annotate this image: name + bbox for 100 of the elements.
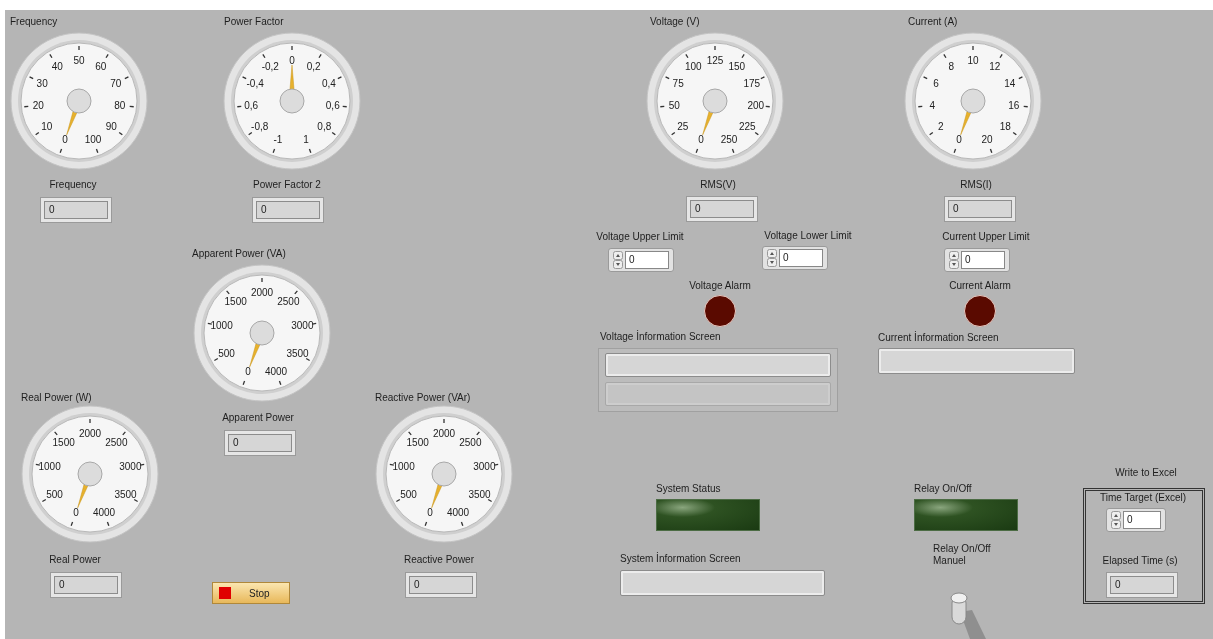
- scale-label: -0,2: [261, 60, 279, 72]
- scale-label: 3500: [114, 489, 137, 500]
- alarm-label: Current Alarm: [949, 280, 1011, 292]
- spinner-icon[interactable]: [613, 251, 623, 269]
- scale-label: 0: [62, 134, 68, 146]
- scale-label: 0: [427, 507, 433, 519]
- scale-label: 0: [956, 134, 962, 146]
- numeric-field[interactable]: 0: [961, 251, 1005, 269]
- scale-label: 16: [1008, 99, 1020, 111]
- needle-hub: [960, 88, 986, 114]
- indicator-label: RMS(I): [960, 179, 992, 191]
- scale-label: 6: [933, 77, 939, 89]
- stop-icon: [219, 587, 231, 599]
- spinner-icon[interactable]: [767, 249, 777, 267]
- scale-label: 60: [95, 60, 107, 72]
- needle-hub: [431, 461, 457, 487]
- scale-label: 3500: [286, 348, 309, 359]
- numeric-field[interactable]: 0: [625, 251, 669, 269]
- scale-label: 18: [999, 120, 1011, 132]
- scale-label: 10: [967, 54, 979, 66]
- scale-label: 250: [720, 134, 738, 146]
- scale-label: 4: [929, 99, 935, 111]
- indicator-label: Apparent Power: [222, 412, 294, 424]
- indicator-label: Reactive Power: [404, 554, 474, 566]
- indicator-label: Frequency: [49, 179, 97, 191]
- scale-label: 80: [114, 99, 126, 111]
- scale-label: 1: [303, 134, 309, 146]
- indicator-label: Power Factor 2: [253, 179, 321, 191]
- scale-label: 20: [32, 99, 44, 111]
- scale-label: 0: [73, 507, 79, 519]
- indicator-label: Real Power: [49, 554, 101, 566]
- scale-label: 4000: [264, 366, 288, 378]
- scale-label: 0,2: [306, 60, 321, 72]
- scale-label: 100: [684, 60, 702, 72]
- control-label: Voltage Upper Limit: [596, 231, 684, 243]
- scale-label: -1: [273, 134, 283, 146]
- scale-label: 2500: [459, 437, 482, 449]
- scale-label: 90: [105, 120, 117, 132]
- scale-label: 50: [668, 99, 680, 111]
- gauge-title: Voltage (V): [650, 16, 700, 28]
- scale-label: 2500: [277, 296, 300, 308]
- scale-label: 0: [698, 134, 704, 146]
- gauge-title: Real Power (W): [21, 392, 92, 404]
- indicator-label: Elapsed Time (s): [1102, 555, 1178, 567]
- scale-label: 0: [289, 54, 295, 66]
- scale-label: 500: [400, 489, 417, 500]
- status-label: Relay On/Off: [914, 483, 972, 495]
- needle-hub: [702, 88, 728, 114]
- scale-label: 0,6: [325, 99, 340, 111]
- scale-label: 20: [981, 134, 993, 146]
- scale-label: 3500: [468, 489, 491, 500]
- scale-label: 0,6: [244, 99, 259, 111]
- screen-label: Current İnformation Screen: [878, 332, 999, 344]
- scale-label: 1000: [392, 461, 415, 473]
- spinner-icon[interactable]: [1111, 511, 1121, 529]
- control-label: Voltage Lower Limit: [764, 230, 852, 242]
- scale-label: 125: [706, 54, 724, 66]
- needle-hub: [279, 88, 305, 114]
- scale-label: 2000: [432, 427, 456, 439]
- switch-label: Relay On/Off Manuel: [933, 543, 992, 567]
- scale-label: 2500: [105, 437, 128, 449]
- screen-label: Voltage İnformation Screen: [600, 331, 721, 343]
- scale-label: 0,8: [317, 120, 332, 132]
- scale-label: 30: [36, 77, 48, 89]
- needle-hub: [66, 88, 92, 114]
- scale-label: 500: [218, 348, 235, 359]
- scale-label: 225: [738, 120, 756, 132]
- scale-label: 8: [948, 60, 955, 72]
- scale-label: 40: [51, 60, 63, 72]
- scale-label: 2: [937, 120, 944, 132]
- scale-label: 12: [989, 60, 1001, 72]
- scale-label: 3000: [119, 461, 142, 473]
- gauge-title: Reactive Power (VAr): [375, 392, 471, 404]
- scale-label: 500: [46, 489, 63, 500]
- scale-label: 75: [672, 77, 684, 89]
- gauge-title: Apparent Power (VA): [192, 248, 286, 260]
- control-label: Current Upper Limit: [942, 231, 1030, 243]
- stop-button[interactable]: Stop: [212, 582, 290, 604]
- scale-label: 10: [41, 120, 53, 132]
- numeric-field[interactable]: 0: [779, 249, 823, 267]
- group-title: Write to Excel: [1115, 467, 1177, 479]
- scale-label: -0,4: [246, 77, 264, 89]
- scale-label: 3000: [473, 461, 496, 473]
- scale-label: 3000: [291, 320, 314, 332]
- scale-label: -0,8: [251, 120, 269, 132]
- scale-label: 200: [747, 99, 765, 111]
- scale-label: 50: [73, 54, 85, 66]
- scale-label: 1500: [224, 296, 247, 308]
- screen-label: System İnformation Screen: [620, 553, 741, 565]
- scale-label: 2000: [250, 286, 274, 298]
- scale-label: 1000: [210, 320, 233, 332]
- scale-label: 0,4: [321, 77, 336, 89]
- numeric-field[interactable]: 0: [1123, 511, 1161, 529]
- needle-hub: [77, 461, 103, 487]
- indicator-label: RMS(V): [700, 179, 736, 191]
- gauge-title: Current (A): [908, 16, 958, 28]
- spinner-icon[interactable]: [949, 251, 959, 269]
- scale-label: 14: [1004, 77, 1016, 89]
- gauge-title: Frequency: [10, 16, 58, 28]
- gauge-title: Power Factor: [224, 16, 284, 28]
